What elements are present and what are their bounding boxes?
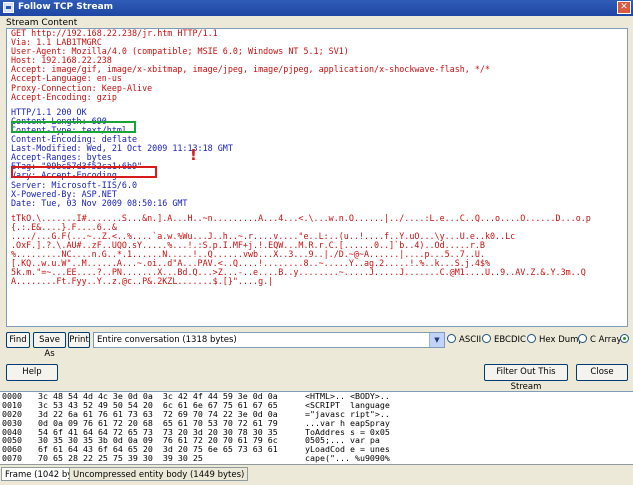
- radio-dot-icon: [578, 334, 587, 343]
- request-line: Accept-Encoding: gzip: [11, 91, 117, 102]
- stream-content-pane[interactable]: GET http://192.168.22.238/jr.htm HTTP/1.…: [6, 28, 628, 327]
- close-button[interactable]: Close: [576, 364, 628, 381]
- accept-encoding-highlight: [11, 121, 136, 133]
- hex-offset: 0070: [2, 453, 22, 464]
- chevron-down-icon[interactable]: ▼: [429, 333, 444, 347]
- find-button[interactable]: Find: [6, 332, 30, 348]
- radio-raw[interactable]: [620, 334, 629, 346]
- window-title: Follow TCP Stream: [18, 2, 114, 12]
- radio-dot-icon: [447, 334, 456, 343]
- radio-dot-icon: [527, 334, 536, 343]
- hex-dump-pane[interactable]: 0000 3c 48 54 4d 4c 3e 0d 0a 3c 42 4f 44 …: [0, 391, 633, 465]
- window-close-button[interactable]: ✕: [617, 1, 631, 14]
- title-bar: Follow TCP Stream ✕: [0, 0, 633, 16]
- exclamation-mark: !: [190, 146, 197, 164]
- radio-label: EBCDIC: [494, 335, 526, 345]
- window-app-icon: [3, 2, 14, 13]
- print-button[interactable]: Print: [68, 332, 90, 348]
- help-button[interactable]: Help: [6, 364, 58, 381]
- conversation-select-value: Entire conversation (1318 bytes): [97, 335, 237, 345]
- radio-dot-selected-icon: [620, 334, 629, 343]
- content-encoding-highlight: [11, 166, 157, 178]
- request-block: GET http://192.168.22.238/jr.htm HTTP/1.…: [7, 29, 627, 102]
- radio-c-arrays[interactable]: C Arrays: [578, 334, 626, 346]
- hex-row: 0070 70 65 28 22 25 75 39 30 39 30 25 cape…: [0, 454, 633, 463]
- byte-view-tabs: Frame (1042 bytes) Uncompressed entity b…: [0, 464, 633, 485]
- radio-ebcdic[interactable]: EBCDIC: [482, 334, 526, 346]
- radio-label: ASCII: [459, 335, 482, 345]
- radio-dot-icon: [482, 334, 491, 343]
- save-as-button[interactable]: Save As: [33, 332, 66, 359]
- body-line: A........Ft.Fyy..Y..z.@c..P&.2KZL.......…: [11, 276, 274, 287]
- body-block: tTkO.\.......I#.......S...&n.].A...H..~n…: [7, 213, 627, 287]
- stream-content-label: Stream Content: [6, 18, 78, 28]
- response-line: Date: Tue, 03 Nov 2009 08:50:16 GMT: [11, 197, 188, 208]
- hex-ascii: cape("... %u9090%: [305, 453, 390, 464]
- tab-uncompressed-entity-body[interactable]: Uncompressed entity body (1449 bytes): [69, 467, 249, 481]
- controls-row: Find Save As Print Entire conversation (…: [6, 331, 629, 359]
- radio-ascii[interactable]: ASCII: [447, 334, 481, 346]
- hex-bytes: 70 65 28 22 25 75 39 30 39 30 25: [38, 453, 203, 464]
- radio-hex-dump[interactable]: Hex Dump: [527, 334, 584, 346]
- conversation-select[interactable]: Entire conversation (1318 bytes) ▼: [93, 332, 445, 348]
- filter-out-stream-button[interactable]: Filter Out This Stream: [484, 364, 568, 392]
